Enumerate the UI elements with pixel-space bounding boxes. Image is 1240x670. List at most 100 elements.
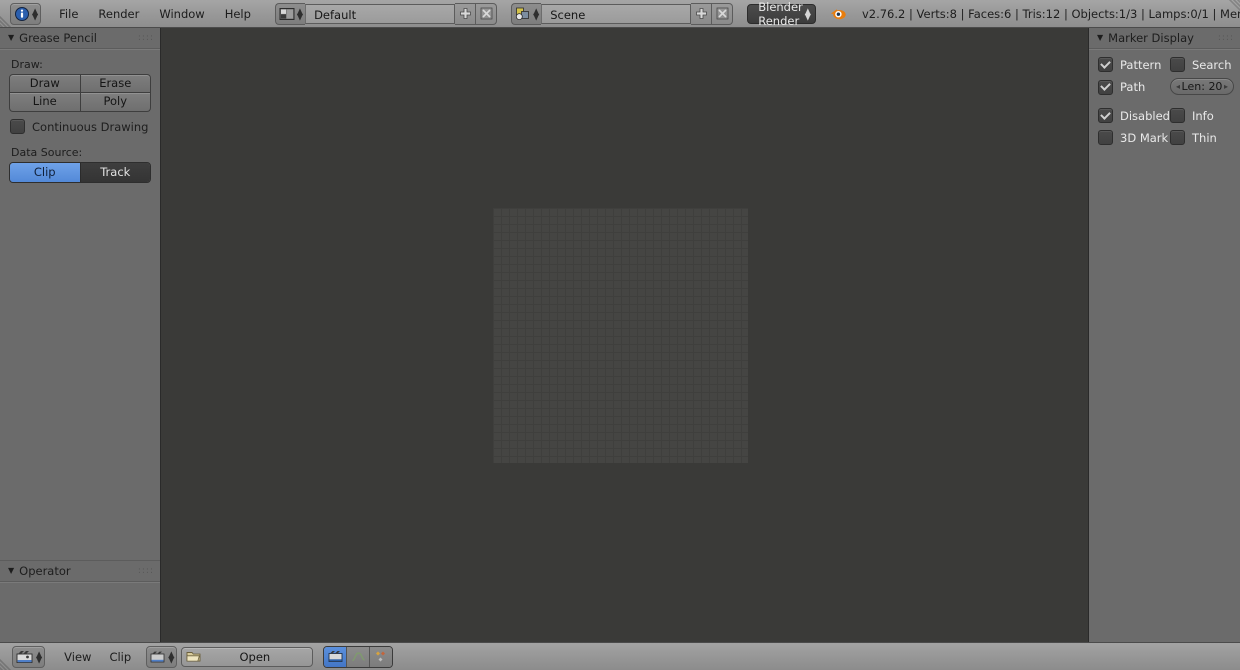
clip-mode-button[interactable]	[324, 646, 347, 667]
render-engine-spin-arrows[interactable]: ▲ ▼	[805, 6, 811, 20]
menu-render[interactable]: Render	[88, 0, 149, 28]
marker-disabled-checkbox[interactable]	[1098, 108, 1113, 123]
marker-disabled-row[interactable]: Disabled	[1098, 108, 1170, 123]
marker-search-checkbox[interactable]	[1170, 57, 1185, 72]
screen-layout-icon	[279, 7, 295, 20]
panel-collapse-triangle-icon[interactable]: ▼	[8, 566, 14, 575]
operator-panel-title: Operator	[19, 564, 71, 578]
open-clip-label: Open	[239, 649, 271, 664]
right-properties-region: ▼ Marker Display :::: Pattern Search Pat…	[1088, 28, 1240, 642]
clip-icon	[150, 651, 165, 662]
marker-pattern-row[interactable]: Pattern	[1098, 57, 1170, 72]
clip-editor-type-selector[interactable]: ▲ ▼	[12, 645, 46, 668]
poly-button[interactable]: Poly	[80, 93, 151, 112]
screen-layout-datablock: ▲ ▼ Default	[274, 2, 498, 25]
clip-editor-mode-buttons	[323, 645, 394, 668]
menu-help[interactable]: Help	[215, 0, 261, 28]
path-length-decrement-icon[interactable]: ◂	[1176, 82, 1180, 91]
clip-browse-button[interactable]: ▲ ▼	[146, 645, 178, 668]
close-icon	[480, 7, 492, 20]
close-icon	[716, 7, 729, 20]
marker-path-row[interactable]: Path	[1098, 79, 1170, 95]
clip-browse-spin-arrows[interactable]: ▲ ▼	[168, 649, 174, 663]
clip-editor-header-bar: ▲ ▼ View Clip ▲ ▼ Open	[0, 642, 1240, 670]
continuous-drawing-row[interactable]: Continuous Drawing	[10, 119, 151, 134]
panel-drag-grip-icon[interactable]: ::::	[138, 33, 154, 42]
marker-info-label: Info	[1192, 108, 1214, 123]
marker-thin-label: Thin	[1192, 130, 1217, 145]
continuous-drawing-checkbox[interactable]	[10, 119, 25, 134]
render-engine-dropdown[interactable]: Blender Render ▲ ▼	[747, 0, 816, 28]
screen-layout-spin-arrows[interactable]: ▲ ▼	[297, 6, 303, 20]
graph-mode-button[interactable]	[346, 646, 370, 667]
marker-display-panel-header[interactable]: ▼ Marker Display ::::	[1089, 28, 1240, 48]
continuous-drawing-label: Continuous Drawing	[32, 119, 149, 134]
marker-disabled-label: Disabled	[1120, 108, 1170, 123]
clip-editor-type-spin-arrows[interactable]: ▲ ▼	[36, 649, 42, 663]
marker-info-row[interactable]: Info	[1170, 108, 1236, 123]
scene-add-button[interactable]	[691, 2, 713, 25]
marker-pattern-label: Pattern	[1120, 57, 1162, 72]
marker-3dmark-row[interactable]: 3D Mark	[1098, 130, 1170, 145]
marker-thin-row[interactable]: Thin	[1170, 130, 1236, 145]
operator-panel-body	[0, 583, 160, 642]
marker-search-label: Search	[1192, 57, 1232, 72]
marker-info-checkbox[interactable]	[1170, 108, 1185, 123]
marker-thin-checkbox[interactable]	[1170, 130, 1185, 145]
grease-pencil-panel-header[interactable]: ▼ Grease Pencil ::::	[0, 28, 160, 48]
blender-logo	[828, 6, 848, 22]
main-workspace: ▼ Grease Pencil :::: Draw: Draw Erase Li…	[0, 28, 1240, 642]
screen-layout-browse-button[interactable]: ▲ ▼	[274, 2, 306, 25]
status-info-text: v2.76.2 | Verts:8 | Faces:6 | Tris:12 | …	[861, 6, 1240, 21]
operator-panel-header[interactable]: ▼ Operator ::::	[0, 561, 160, 581]
movie-clip-editor-canvas[interactable]	[161, 28, 1080, 642]
panel-drag-grip-icon[interactable]: ::::	[1218, 33, 1234, 42]
panel-collapse-triangle-icon[interactable]: ▼	[8, 33, 14, 42]
clip-menu-view[interactable]: View	[55, 643, 100, 670]
path-length-field[interactable]: ◂ Len: 20 ▸	[1170, 78, 1234, 95]
clip-mode-icon	[328, 651, 343, 662]
menu-file[interactable]: File	[49, 0, 88, 28]
scene-datablock: ▲ ▼ Scene	[511, 2, 734, 25]
panel-drag-grip-icon[interactable]: ::::	[138, 566, 154, 575]
marker-pattern-checkbox[interactable]	[1098, 57, 1113, 72]
scene-browse-button[interactable]: ▲ ▼	[511, 2, 542, 25]
marker-display-panel-title: Marker Display	[1108, 31, 1194, 45]
clip-menu-clip[interactable]: Clip	[100, 643, 140, 670]
folder-open-icon	[186, 652, 201, 662]
marker-3dmark-label: 3D Mark	[1120, 130, 1169, 145]
draw-section-label: Draw:	[11, 58, 43, 71]
open-clip-button[interactable]: Open	[181, 646, 314, 667]
grease-pencil-panel-body: Draw: Draw Erase Line Poly Continuous Dr…	[0, 50, 160, 191]
scene-icon	[515, 7, 529, 20]
scene-name-field[interactable]: Scene	[541, 3, 692, 24]
scene-spin-arrows[interactable]: ▲ ▼	[533, 6, 539, 20]
editor-type-selector[interactable]: ▲ ▼	[10, 2, 42, 25]
path-length-text: Len: 20	[1181, 80, 1223, 93]
panel-collapse-triangle-icon[interactable]: ▼	[1097, 33, 1103, 42]
dopesheet-mode-icon	[375, 651, 385, 662]
path-length-increment-icon[interactable]: ▸	[1224, 82, 1228, 91]
movie-clip-editor-icon	[16, 650, 33, 663]
marker-path-checkbox[interactable]	[1098, 79, 1113, 95]
erase-button[interactable]: Erase	[80, 74, 151, 93]
grease-pencil-panel-title: Grease Pencil	[19, 31, 97, 45]
clip-datablock-group: ▲ ▼ Open	[146, 645, 314, 668]
data-source-track-button[interactable]: Track	[79, 163, 150, 182]
marker-3dmark-checkbox[interactable]	[1098, 130, 1113, 145]
screen-layout-name-field[interactable]: Default	[305, 3, 456, 24]
screen-layout-add-button[interactable]	[455, 2, 477, 25]
data-source-clip-button[interactable]: Clip	[10, 163, 80, 182]
blender-window: ▲▼ File Render Window Help ▲▼ Default	[0, 0, 1240, 670]
line-button[interactable]: Line	[9, 93, 81, 112]
menu-window[interactable]: Window	[149, 0, 214, 28]
draw-buttons-row-top: Draw Erase	[9, 74, 151, 93]
marker-search-row[interactable]: Search	[1170, 57, 1236, 72]
dopesheet-mode-button[interactable]	[369, 646, 393, 667]
main-menu-bar: File Render Window Help	[49, 0, 261, 28]
draw-button[interactable]: Draw	[9, 74, 81, 93]
editor-type-spin-arrows[interactable]: ▲ ▼	[32, 6, 38, 20]
screen-layout-remove-button[interactable]	[476, 2, 498, 25]
info-editor-icon	[15, 6, 29, 21]
scene-remove-button[interactable]	[712, 2, 734, 25]
